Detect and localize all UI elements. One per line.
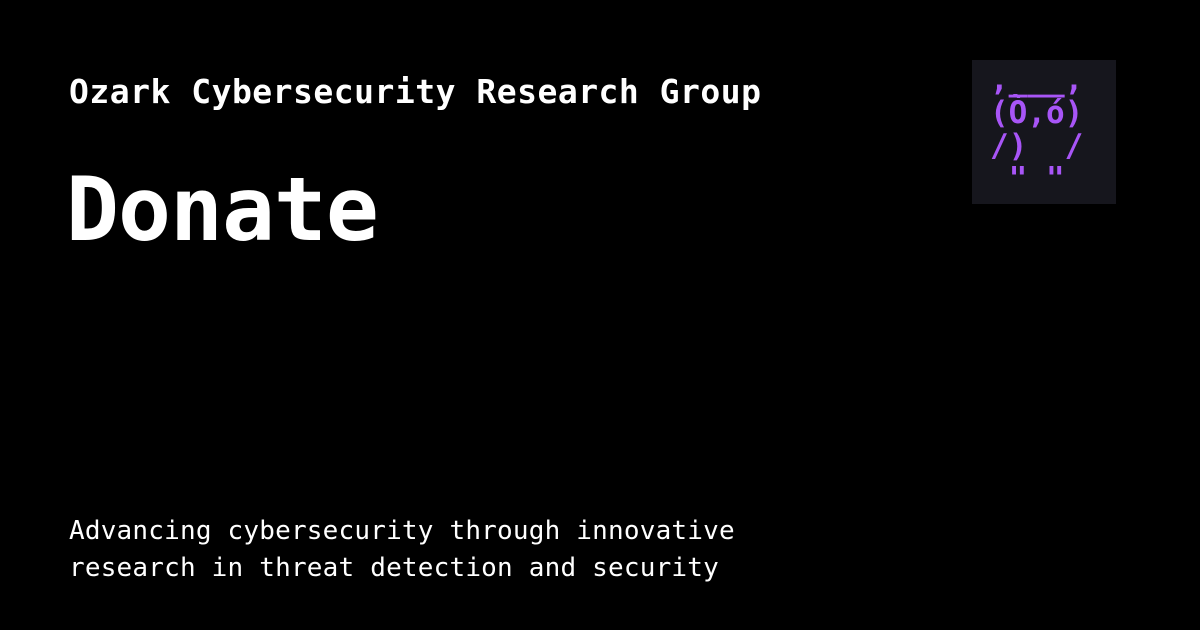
organization-name: Ozark Cybersecurity Research Group	[69, 72, 762, 111]
social-card: Ozark Cybersecurity Research Group Donat…	[0, 0, 1200, 630]
page-title: Donate	[66, 158, 379, 261]
owl-logo: ,___, (Ò,ó) /) / " "	[972, 60, 1116, 204]
tagline-line-2: research in threat detection and securit…	[69, 553, 719, 583]
tagline-line-1: Advancing cybersecurity through innovati…	[69, 516, 735, 546]
owl-ascii-art-icon: ,___, (Ò,ó) /) / " "	[990, 62, 1084, 197]
tagline: Advancing cybersecurity through innovati…	[69, 513, 829, 587]
